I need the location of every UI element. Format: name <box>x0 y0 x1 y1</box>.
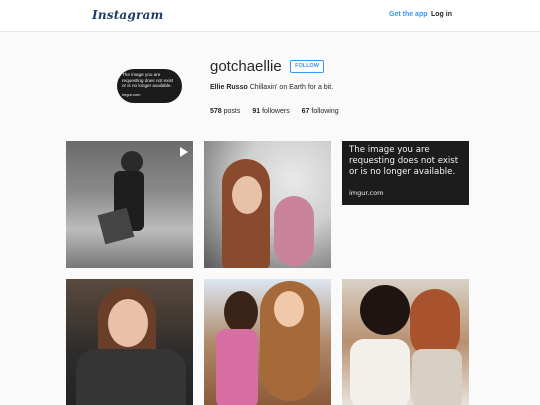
following-label: following <box>311 108 339 115</box>
post-thumbnail[interactable] <box>342 279 469 405</box>
hair-shape <box>224 291 258 333</box>
post-thumbnail-video[interactable] <box>66 141 193 268</box>
followers-label: followers <box>262 108 290 115</box>
followers-count: 91 <box>252 108 261 115</box>
post-thumbnail[interactable] <box>204 279 331 405</box>
face-shape <box>232 176 262 214</box>
profile-stats: 578 posts 91 followers 67 following <box>210 108 349 115</box>
shirt-shape <box>216 329 258 405</box>
hoodie-shape <box>76 349 186 405</box>
face-shape <box>108 299 148 347</box>
get-the-app-link[interactable]: Get the app <box>389 11 428 18</box>
top-shape <box>412 349 462 405</box>
avatar-brand: imgur.com <box>122 91 141 97</box>
unavailable-brand: imgur.com <box>349 189 384 197</box>
following-count: 67 <box>301 108 310 115</box>
follow-button[interactable]: FOLLOW <box>290 60 324 73</box>
followers-stat[interactable]: 91 followers <box>252 108 289 115</box>
posts-stat: 578 posts <box>210 108 240 115</box>
post-thumbnail-unavailable[interactable]: The image you are requesting does not ex… <box>342 141 469 205</box>
unavailable-message: The image you are requesting does not ex… <box>349 145 458 178</box>
toy-shape <box>274 196 314 266</box>
following-stat[interactable]: 67 following <box>302 108 339 115</box>
profile-full-name: Ellie Russo <box>210 84 248 91</box>
unavailable-line: requesting does not exist <box>349 156 459 166</box>
hair-shape <box>360 285 410 335</box>
posts-count: 578 <box>210 108 222 115</box>
dress-shape <box>350 339 410 405</box>
avatar-text-line: or is no longer available. <box>122 83 172 89</box>
log-in-link[interactable]: Log in <box>431 11 452 18</box>
unavailable-line: The image you are <box>349 145 430 155</box>
face-shape <box>274 291 304 327</box>
profile-bio: Ellie Russo Chillaxin' on Earth for a bi… <box>210 84 333 91</box>
unavailable-line: or is no longer available. <box>349 167 456 177</box>
posts-label: posts <box>223 108 241 115</box>
post-thumbnail[interactable] <box>66 279 193 405</box>
profile-avatar: The image you are requesting does not ex… <box>117 69 182 103</box>
instagram-logo[interactable]: Instagram <box>92 8 163 22</box>
top-navigation-bar: Instagram Get the app Log in <box>0 0 540 32</box>
video-play-icon <box>180 147 188 157</box>
profile-bio-text: Chillaxin' on Earth for a bit. <box>249 84 334 91</box>
person-shape <box>121 151 143 173</box>
post-thumbnail[interactable] <box>204 141 331 268</box>
profile-username: gotchaellie <box>210 58 282 75</box>
